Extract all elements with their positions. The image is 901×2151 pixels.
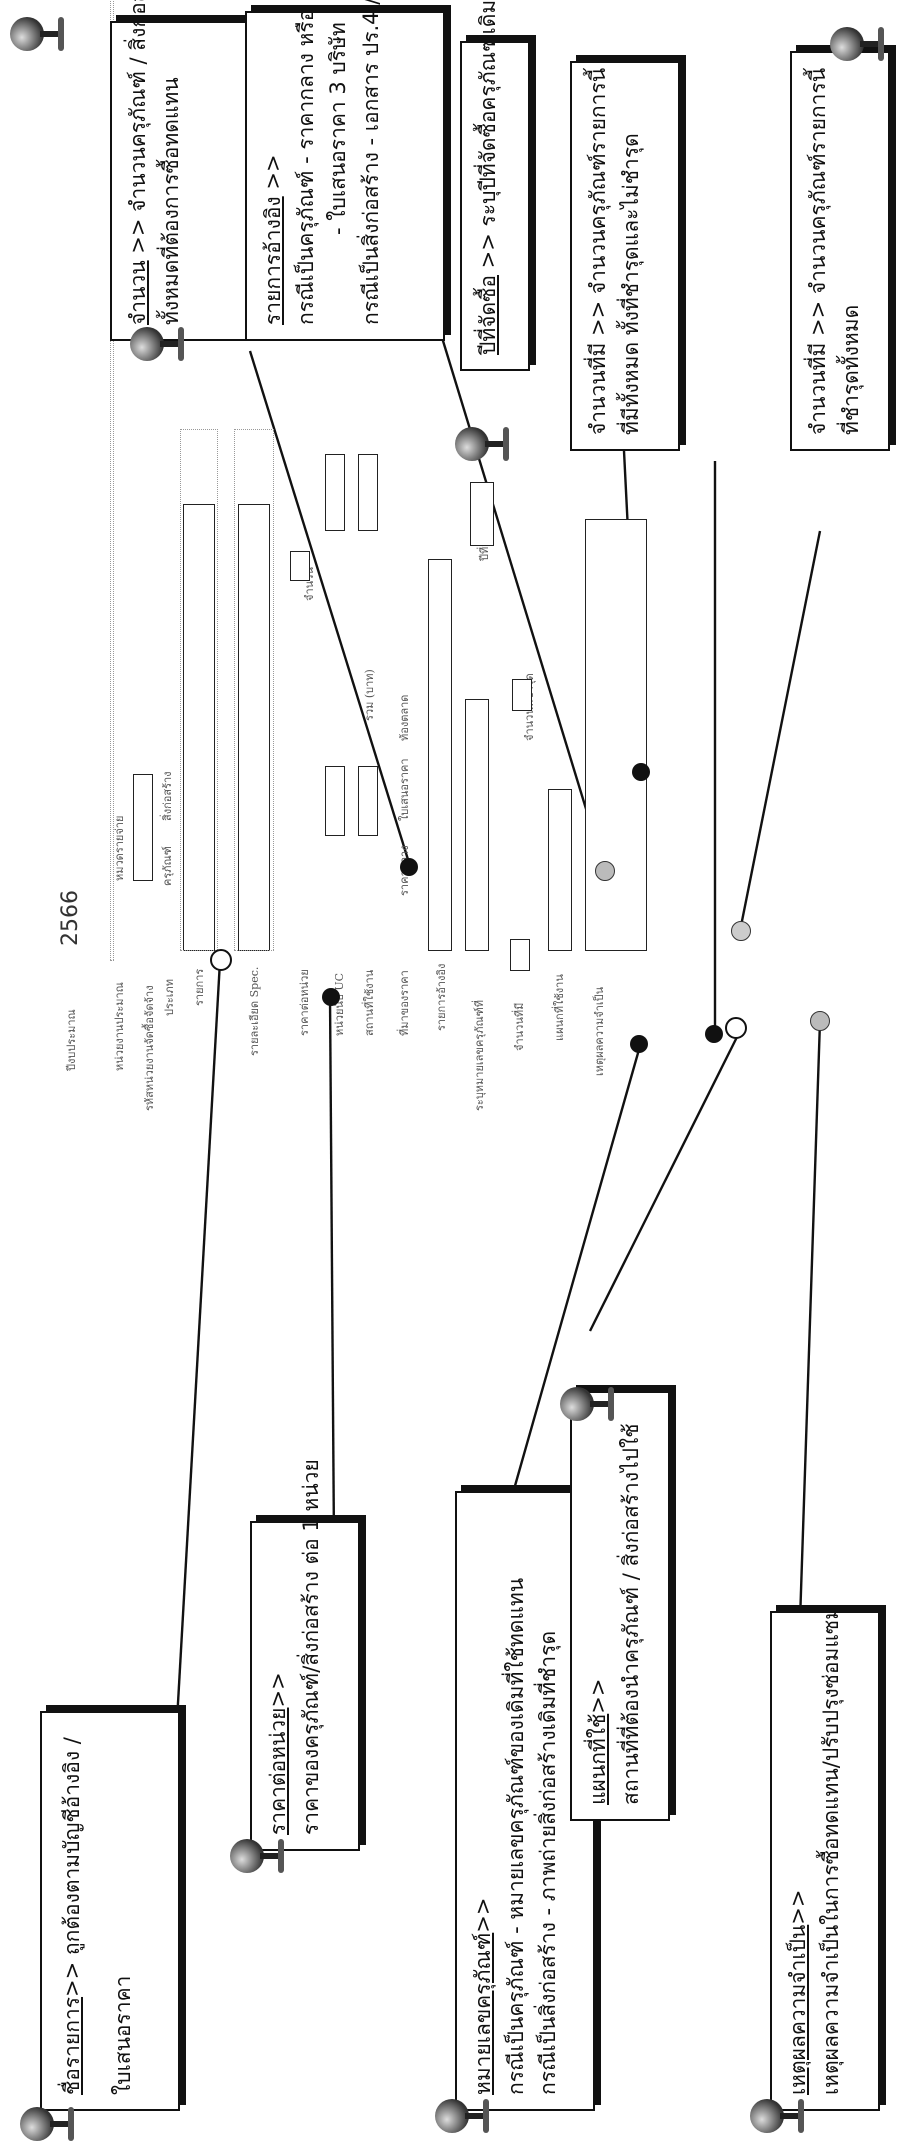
callout-qty-broken-key: จำนวนที่มี [806, 342, 830, 435]
cost-center-field[interactable] [325, 454, 345, 531]
label-unit-price: ราคาต่อหน่วย [298, 969, 311, 1036]
callout-qty-all-arrow: >> [586, 300, 610, 337]
callout-qty-all: จำนวนที่มี >> จำนวนครุภัณฑ์รายการนี้ ที่… [570, 61, 680, 451]
marker-reason [810, 1011, 830, 1031]
location-field[interactable] [548, 789, 572, 951]
marker-qty-all [705, 1025, 723, 1043]
callout-unit-price: ราคาต่อหน่วย>> ราคาของครุภัณฑ์/สิ่งก่อสร… [250, 1459, 360, 1851]
marker-qty-broken [731, 921, 751, 941]
type-option-equipment[interactable]: ครุภัณฑ์ [158, 846, 176, 886]
rotated-document: 2566 ปีงบประมาณ หน่วยงานประมาณ หมวดรายจ่… [0, 0, 901, 2151]
callout-qty-all-key: จำนวนที่มี [586, 342, 610, 435]
callout-reference-line4: กรณีเป็นสิ่งก่อสร้าง - เอกสาร ปร.4 / ปร.… [358, 0, 383, 325]
label-budget-year: ปีงบประมาณ [65, 1009, 78, 1071]
label-budget-source: ที่มาของราคา [398, 970, 411, 1036]
callout-location-key: แผนกที่ใช้ [586, 1713, 610, 1805]
callout-qty-all-rest: จำนวนครุภัณฑ์รายการนี้ [586, 67, 610, 295]
callout-quantity-line2: ทั้งหมดที่ต้องการซื้อทดแทน [158, 77, 183, 325]
callout-quantity-key: จำนวน [126, 260, 150, 325]
callout-unit-price-line2: ราคาของครุภัณฑ์/สิ่งก่อสร้าง ต่อ 1 หน่วย [298, 1459, 323, 1835]
price-option-quotation[interactable]: ใบเสนอราคา [395, 758, 413, 821]
qty-all-field[interactable] [510, 939, 530, 971]
callout-item-name-line2: ใบเสนอราคา [110, 1975, 135, 2095]
callout-reason-key: เหตุผลความจำเป็น [786, 1924, 810, 2095]
callout-qty-all-line2: ที่มีทั้งหมด ทั้งที่ชำรุดและไม่ชำรุด [618, 133, 643, 435]
callout-quantity-rest: จำนวนครุภัณฑ์ / สิ่งก่อสร้าง [126, 0, 150, 212]
marker-unit-price [322, 988, 340, 1006]
label-reference: รายการอ้างอิง [435, 963, 448, 1031]
callout-asset-no-line3: กรณีเป็นสิ่งก่อสร้าง - ภาพถ่ายสิ่งก่อสร้… [536, 1630, 561, 2095]
callout-unit-price-arrow: >> [266, 1672, 290, 1708]
callout-quantity-arrow: >> [126, 218, 150, 254]
callout-reference: รายการอ้างอิง >> กรณีเป็นครุภัณฑ์ - ราคา… [245, 0, 445, 341]
budget-field[interactable] [358, 454, 378, 531]
label-reason: เหตุผลความจำเป็น [593, 986, 606, 1076]
type-option-construction[interactable]: สิ่งก่อสร้าง [158, 771, 176, 821]
reason-field[interactable] [585, 519, 647, 951]
project-code-field[interactable] [133, 774, 153, 881]
callout-reason-line2: เหตุผลความจำเป็นในการซื้อทดแทน/ปรับปรุงซ… [818, 1606, 843, 2095]
marker-reference [595, 861, 615, 881]
callout-purchase-year: ปีที่จัดซื้อ >> ระบุปีที่จัดซื้อครุภัณฑ์… [460, 0, 530, 371]
callout-location: แผนกที่ใช้>> สถานที่ที่ต้องนำครุภัณฑ์ / … [570, 1391, 670, 1821]
label-project-code: รหัสหน่วยงานจัดซื้อจัดจ้าง [143, 985, 156, 1111]
marker-location [725, 1017, 747, 1039]
callout-reason-arrow: >> [786, 1889, 810, 1925]
callout-unit-price-key: ราคาต่อหน่วย [266, 1707, 290, 1835]
callout-asset-no-arrow: >> [471, 1897, 495, 1933]
callout-asset-no-line2: กรณีเป็นครุภัณฑ์ - หมายเลขครุภัณฑ์ของเดิ… [503, 1577, 528, 2095]
callout-location-arrow: >> [586, 1678, 610, 1714]
label-spec: รายละเอียด Spec. [248, 966, 261, 1056]
item-name-area [180, 429, 218, 951]
callout-item-name-rest: ถูกต้องตามบัญชีอ้างอิง / [60, 1737, 84, 1956]
label-total: รวม (บาท) [363, 669, 376, 721]
callout-quantity: จำนวน >> จำนวนครุภัณฑ์ / สิ่งก่อสร้าง ทั… [110, 0, 250, 341]
callout-reference-key: รายการอ้างอิง [261, 196, 285, 325]
callout-reason: เหตุผลความจำเป็น>> เหตุผลความจำเป็นในการ… [770, 1606, 880, 2111]
marker-asset [630, 1035, 648, 1053]
callout-purchase-year-arrow: >> [476, 233, 500, 269]
callout-item-name-arrow: >> [60, 1961, 84, 1997]
callout-purchase-year-rest: ระบุปีที่จัดซื้อครุภัณฑ์เดิม [476, 0, 500, 227]
label-item-name: รายการ [193, 968, 206, 1006]
unit-field[interactable] [325, 766, 345, 836]
label-type: ประเภท [163, 978, 176, 1016]
callout-reference-line2: กรณีเป็นครุภัณฑ์ - ราคากลาง หรือ [293, 8, 318, 325]
callout-item-name: ชื่อรายการ>> ถูกต้องตามบัญชีอ้างอิง / ใบ… [40, 1711, 180, 2111]
label-location: แผนกที่ใช้งาน [553, 974, 566, 1041]
label-qty-all: จำนวนที่มี [513, 1002, 526, 1051]
callout-qty-broken-arrow: >> [806, 300, 830, 337]
label-cost-center: สถานที่ใช้งาน [363, 969, 376, 1036]
marker-purchase-year [632, 763, 650, 781]
callout-reference-line3: - ใบเสนอราคา 3 บริษัท [326, 22, 351, 235]
callout-reference-arrow: >> [261, 154, 285, 190]
callout-qty-broken-line2: ที่ชำรุดทั้งหมด [838, 304, 863, 435]
callout-location-line2: สถานที่ที่ต้องนำครุภัณฑ์ / สิ่งก่อสร้างไ… [618, 1423, 643, 1805]
total-field[interactable] [358, 766, 378, 836]
label-agency: หน่วยงานประมาณ [113, 982, 126, 1071]
quantity-field[interactable] [290, 551, 310, 581]
callout-purchase-year-key: ปีที่จัดซื้อ [476, 275, 500, 355]
asset-no-field[interactable] [465, 699, 489, 951]
label-asset-no: ระบุหมายเลขครุภัณฑ์ที่ [473, 999, 486, 1111]
marker-quantity [400, 858, 418, 876]
price-option-market[interactable]: ท้องตลาด [395, 695, 413, 741]
purchase-year-field[interactable] [470, 482, 494, 546]
callout-asset-no-key: หมายเลขครุภัณฑ์ [471, 1932, 495, 2095]
marker-name [210, 949, 232, 971]
budget-year-value: 2566 [58, 890, 83, 946]
reference-field[interactable] [428, 559, 452, 951]
callout-qty-broken-rest: จำนวนครุภัณฑ์รายการนี้ [806, 67, 830, 295]
qty-broken-field[interactable] [512, 679, 532, 711]
callout-qty-broken: จำนวนที่มี >> จำนวนครุภัณฑ์รายการนี้ ที่… [790, 51, 890, 451]
callout-item-name-key: ชื่อรายการ [60, 1996, 84, 2095]
spec-area [234, 429, 274, 951]
